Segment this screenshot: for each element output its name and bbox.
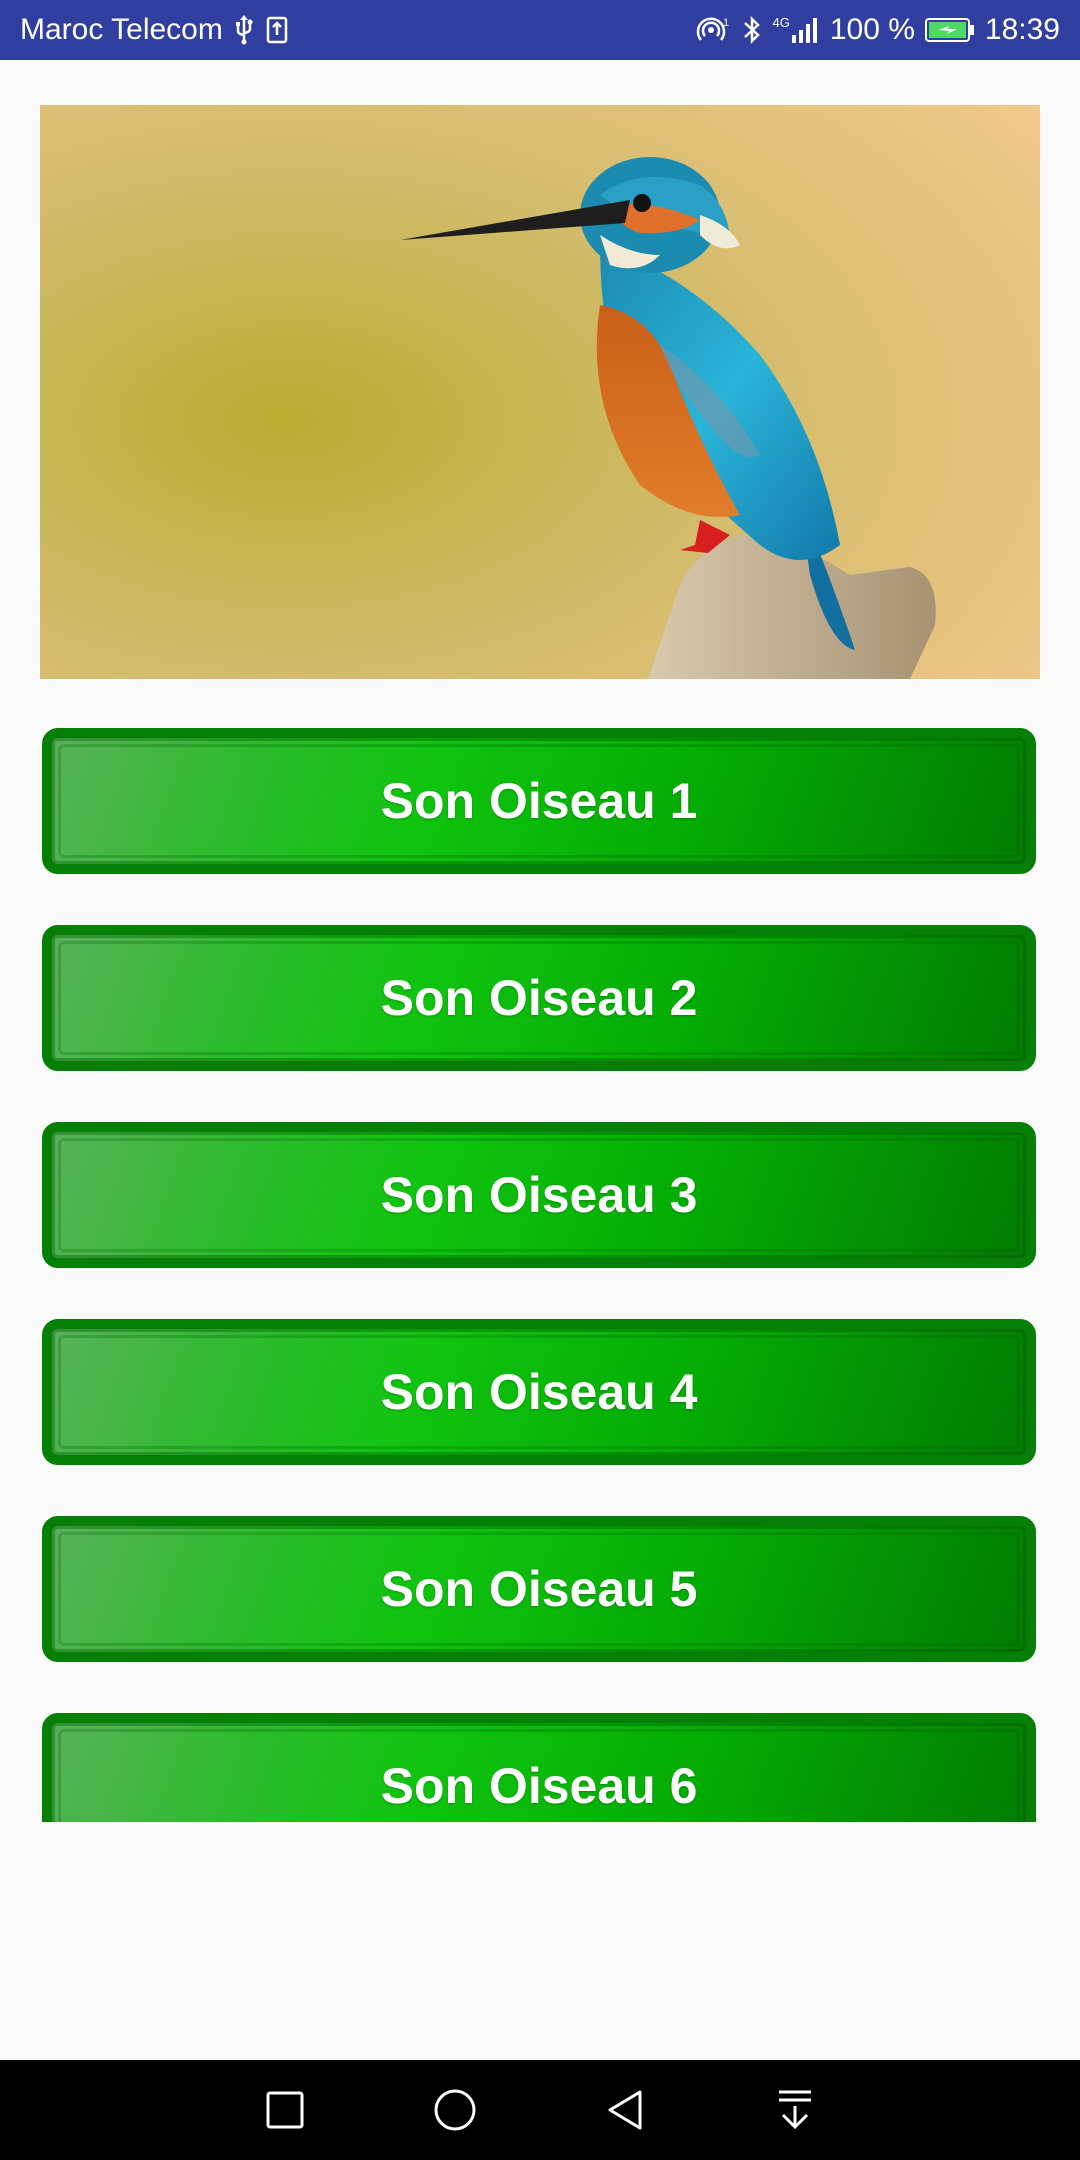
battery-charging-icon xyxy=(924,17,975,43)
navigation-bar xyxy=(0,2060,1080,2160)
bluetooth-icon xyxy=(741,15,763,45)
bird-sound-button-3[interactable]: Son Oiseau 3 xyxy=(42,1122,1036,1268)
status-bar: Maroc Telecom 1 4G 100 % 18:39 xyxy=(0,0,1080,60)
notification-pulldown-icon[interactable] xyxy=(770,2085,820,2135)
bird-sound-button-2[interactable]: Son Oiseau 2 xyxy=(42,925,1036,1071)
button-label: Son Oiseau 3 xyxy=(380,1167,698,1223)
carrier-name: Maroc Telecom xyxy=(20,13,223,46)
hotspot-icon: 1 xyxy=(695,15,731,45)
bird-sound-button-5[interactable]: Son Oiseau 5 xyxy=(42,1516,1036,1662)
usb-icon xyxy=(233,15,255,45)
download-icon xyxy=(265,15,289,45)
back-icon[interactable] xyxy=(600,2085,650,2135)
bird-sound-button-list: Son Oiseau 1 Son Oiseau 2 Son Oiseau 3 S… xyxy=(42,728,1036,1822)
clock: 18:39 xyxy=(984,13,1060,46)
recent-apps-icon[interactable] xyxy=(260,2085,310,2135)
bird-sound-button-1[interactable]: Son Oiseau 1 xyxy=(42,728,1036,874)
status-right: 1 4G 100 % 18:39 xyxy=(695,13,1060,47)
bird-sound-button-4[interactable]: Son Oiseau 4 xyxy=(42,1319,1036,1465)
kingfisher-illustration xyxy=(40,105,1040,679)
button-label: Son Oiseau 6 xyxy=(380,1758,698,1814)
bird-image xyxy=(40,105,1040,679)
status-left: Maroc Telecom xyxy=(20,13,289,47)
svg-text:1: 1 xyxy=(723,17,729,29)
button-label: Son Oiseau 1 xyxy=(380,773,698,829)
bird-sound-button-6[interactable]: Son Oiseau 6 xyxy=(42,1713,1036,1822)
signal-icon: 4G xyxy=(773,15,820,45)
button-label: Son Oiseau 5 xyxy=(380,1561,698,1617)
battery-percent: 100 % xyxy=(829,13,915,46)
button-label: Son Oiseau 2 xyxy=(380,970,698,1026)
home-icon[interactable] xyxy=(430,2085,480,2135)
network-type: 4G xyxy=(772,15,790,30)
button-label: Son Oiseau 4 xyxy=(380,1364,698,1420)
